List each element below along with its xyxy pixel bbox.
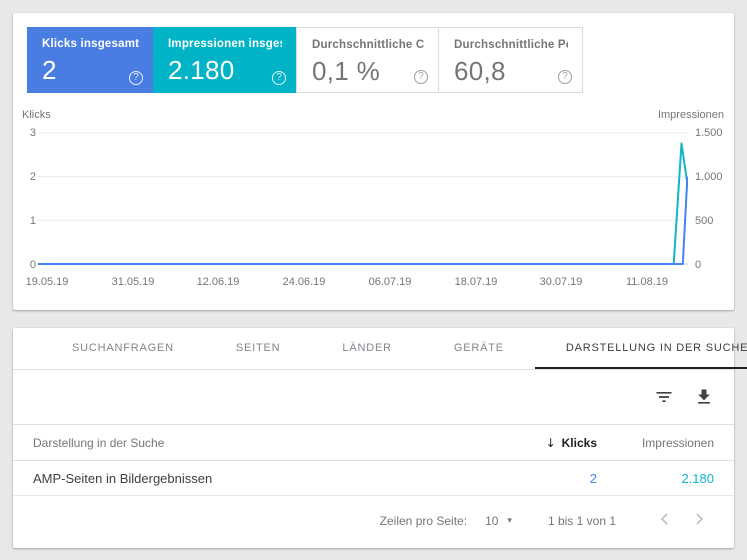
row-impressionen-value: 2.180	[681, 470, 714, 486]
right-axis-title: Impressionen	[657, 109, 724, 121]
table-row[interactable]: AMP-Seiten in Bildergebnissen 2 2.180	[13, 461, 734, 496]
x-axis-tick: 12.06.19	[196, 276, 240, 288]
x-axis-tick: 19.05.19	[25, 276, 69, 288]
chart-plot[interactable]	[38, 123, 688, 273]
x-axis-tick: 31.05.19	[111, 276, 155, 288]
x-axis-tick: 24.06.19	[282, 276, 326, 288]
column-header-dimension[interactable]: Darstellung in der Suche	[33, 436, 487, 450]
sort-descending-icon: ↓	[545, 435, 556, 450]
tab-laender[interactable]: LÄNDER	[311, 328, 422, 369]
left-axis-tick: 3	[29, 127, 36, 139]
column-header-klicks-sorted[interactable]: ↓ Klicks	[487, 436, 597, 450]
tab-seiten[interactable]: SEITEN	[205, 328, 312, 369]
table-toolbar	[13, 370, 734, 425]
column-header-impressionen[interactable]: Impressionen	[597, 436, 714, 450]
tab-suchanfragen[interactable]: SUCHANFRAGEN	[41, 328, 205, 369]
row-dimension-value: AMP-Seiten in Bildergebnissen	[33, 470, 213, 486]
pagination-range-label: 1 bis 1 von 1	[547, 513, 616, 528]
performance-summary-panel: Klicks insgesamt 2 ? Impressionen insges…	[13, 13, 734, 310]
filter-icon	[654, 392, 674, 410]
next-page-button[interactable]	[682, 503, 718, 539]
x-axis-tick: 30.07.19	[539, 276, 583, 288]
tab-geraete[interactable]: GERÄTE	[423, 328, 535, 369]
left-axis-tick: 2	[29, 171, 36, 183]
dropdown-caret-icon: ▾	[507, 515, 512, 526]
dimensions-table-panel: SUCHANFRAGEN SEITEN LÄNDER GERÄTE DARSTE…	[13, 328, 747, 548]
table-header-row: Darstellung in der Suche ↓ Klicks Impress…	[13, 425, 734, 461]
rows-per-page-select[interactable]: 10 ▾	[485, 514, 512, 528]
previous-page-button[interactable]	[646, 503, 682, 539]
impressions-line	[38, 142, 688, 265]
chevron-left-icon	[660, 513, 668, 528]
rows-per-page-value: 10	[485, 513, 499, 528]
left-axis-tick: 1	[29, 215, 36, 227]
download-button[interactable]	[692, 385, 716, 409]
x-axis-tick: 11.08.19	[625, 276, 668, 288]
right-axis-tick: 0	[695, 259, 702, 271]
left-axis-title: Klicks	[22, 109, 51, 121]
x-axis-tick: 18.07.19	[454, 276, 498, 288]
right-axis-tick: 500	[695, 215, 714, 227]
right-axis-tick: 1.500	[695, 127, 723, 139]
pagination-bar: Zeilen pro Seite: 10 ▾ 1 bis 1 von 1	[13, 496, 734, 545]
row-klicks-value: 2	[589, 470, 597, 486]
rows-per-page-label: Zeilen pro Seite:	[379, 513, 468, 528]
tab-darstellung-in-der-suche[interactable]: DARSTELLUNG IN DER SUCHE	[534, 328, 747, 369]
right-axis-tick: 1.000	[695, 171, 723, 183]
download-icon	[694, 389, 714, 410]
filter-button[interactable]	[652, 385, 676, 409]
column-header-klicks-label: Klicks	[561, 435, 597, 450]
performance-chart: Klicks Impressionen 3 2 1 0 1.500 1.000 …	[13, 13, 734, 310]
chevron-right-icon	[696, 513, 704, 528]
dimension-tabs: SUCHANFRAGEN SEITEN LÄNDER GERÄTE DARSTE…	[13, 328, 747, 370]
x-axis-tick: 06.07.19	[368, 276, 412, 288]
left-axis-tick: 0	[29, 259, 36, 271]
